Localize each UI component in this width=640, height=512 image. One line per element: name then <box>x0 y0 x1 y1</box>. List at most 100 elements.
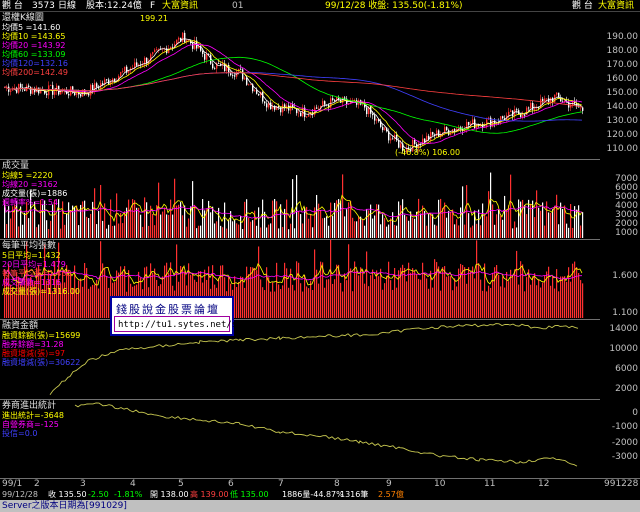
volume-bar <box>116 193 118 238</box>
volume-bar <box>550 212 552 238</box>
status-date: 99/12/28 <box>2 490 38 499</box>
volume-bar <box>480 225 482 238</box>
avgtrade-bar <box>324 287 326 318</box>
candle-body <box>46 93 48 96</box>
kline-panel[interactable]: 還權K線圖 均價5 =141.60 均價10 =143.65 均價20 =143… <box>0 12 600 160</box>
volume-bar <box>152 213 154 238</box>
avgtrade-bar <box>470 271 472 318</box>
volume-bar <box>198 225 200 238</box>
right-stock-label: 觀 台 <box>572 1 593 11</box>
margin-panel[interactable]: 融資金額 融資餘額(張)=15699 融券餘額=31.28 融資增減(張)=97… <box>0 320 600 400</box>
legend-dealer-net: 進出統計=-3648 <box>2 411 64 420</box>
volume-bar <box>158 182 160 238</box>
avgtrade-bar <box>256 270 258 318</box>
avgtrade-bar <box>554 288 556 318</box>
volume-bar <box>238 224 240 238</box>
volume-bar <box>340 200 342 238</box>
avgtrade-bar <box>362 269 364 318</box>
volume-bar <box>52 204 54 238</box>
period-label[interactable]: 日線 <box>58 0 76 12</box>
dealer-chart[interactable] <box>0 400 600 478</box>
avgtrade-bar <box>288 287 290 318</box>
avgtrade-bar <box>474 278 476 318</box>
volume-bar <box>500 215 502 238</box>
avgtrade-bar <box>468 267 470 318</box>
avgtrade-chart[interactable] <box>0 240 600 320</box>
candle-body <box>316 107 318 109</box>
candle-body <box>256 90 258 94</box>
volume-bar <box>98 211 100 238</box>
volume-bar <box>26 202 28 238</box>
volume-bar <box>136 207 138 238</box>
volume-bar <box>426 225 428 238</box>
avgtrade-panel[interactable]: 每筆平均張數 5日平均=1.432 20日平均=1.479 每筆平均張=1.43… <box>0 240 600 320</box>
ytick: 1000 <box>615 228 638 238</box>
avgtrade-bar <box>526 277 528 318</box>
volume-bar <box>252 220 254 238</box>
volume-bar <box>434 224 436 238</box>
volume-bar <box>458 225 460 238</box>
avgtrade-bar <box>476 240 478 318</box>
candle-body <box>10 90 12 92</box>
candle-body <box>90 84 92 96</box>
volume-bar <box>86 216 88 238</box>
avgtrade-bar <box>524 291 526 318</box>
kline-chart[interactable] <box>0 12 600 160</box>
candle-body <box>200 45 202 51</box>
avgtrade-bar <box>424 273 426 318</box>
legend-ma5: 均價5 =141.60 <box>2 23 61 32</box>
avgtrade-bar <box>520 261 522 318</box>
avgtrade-bar <box>556 269 558 318</box>
volume-bar <box>484 214 486 238</box>
stock-name: 大富資訊 <box>162 1 199 11</box>
avgtrade-bar <box>368 286 370 318</box>
margin-chart[interactable] <box>0 320 600 400</box>
candle-body <box>214 68 216 70</box>
dealer-panel[interactable]: 券商進出統計 進出統計=-3648 自營券商=-125 投信=0.0 <box>0 400 600 478</box>
volume-bar <box>364 225 366 238</box>
watermark-url[interactable]: http://tu1.sytes.net/stock <box>118 320 259 330</box>
volume-bar <box>46 220 48 238</box>
candle-body <box>102 83 104 85</box>
volume-bar <box>344 216 346 238</box>
volume-bar <box>518 199 520 238</box>
ytick: 140.00 <box>606 102 639 112</box>
forum-watermark[interactable]: 錢股說金股票論壇 http://tu1.sytes.net/stock <box>110 296 259 336</box>
candle-body <box>250 84 252 86</box>
volume-bar <box>482 203 484 238</box>
volume-bar <box>516 227 518 238</box>
volume-bar <box>118 223 120 238</box>
volume-bar <box>542 202 544 238</box>
volume-bar <box>90 213 92 238</box>
volume-bar <box>246 199 248 238</box>
legend-ma200: 均價200=142.49 <box>2 68 68 77</box>
volume-panel[interactable]: 成交量 均線5 =2220 均線20 =3162 成交量(張)=1886 週轉率… <box>0 160 600 240</box>
volume-bar <box>176 205 178 238</box>
volume-bar <box>60 228 62 238</box>
avgtrade-bar <box>240 276 242 318</box>
volume-bar <box>114 225 116 238</box>
status-low: 低 135.00 <box>230 490 269 499</box>
candle-body <box>50 85 52 86</box>
candle-body <box>112 78 114 83</box>
candle-body <box>254 90 256 92</box>
volume-bar <box>478 209 480 238</box>
candle-body <box>430 132 432 140</box>
candle-body <box>60 92 62 95</box>
candle-body <box>366 107 368 115</box>
candle-body <box>202 50 204 54</box>
volume-bar <box>112 225 114 238</box>
candle-body <box>156 49 158 50</box>
legend-vol: 成交量(張)=1886 <box>2 189 68 198</box>
right-stock-name: 大富資訊 <box>598 1 635 11</box>
volume-bar <box>144 197 146 238</box>
ytick: 14000 <box>609 324 638 334</box>
volume-chart[interactable] <box>0 160 600 240</box>
volume-bar <box>210 212 212 238</box>
avgtrade-bar <box>304 275 306 318</box>
volume-bar <box>538 207 540 238</box>
avgtrade-bar <box>494 267 496 318</box>
margin-yaxis: 14000 10000 6000 2000 <box>600 320 640 400</box>
volume-bar <box>448 210 450 238</box>
volume-bar <box>310 214 312 238</box>
